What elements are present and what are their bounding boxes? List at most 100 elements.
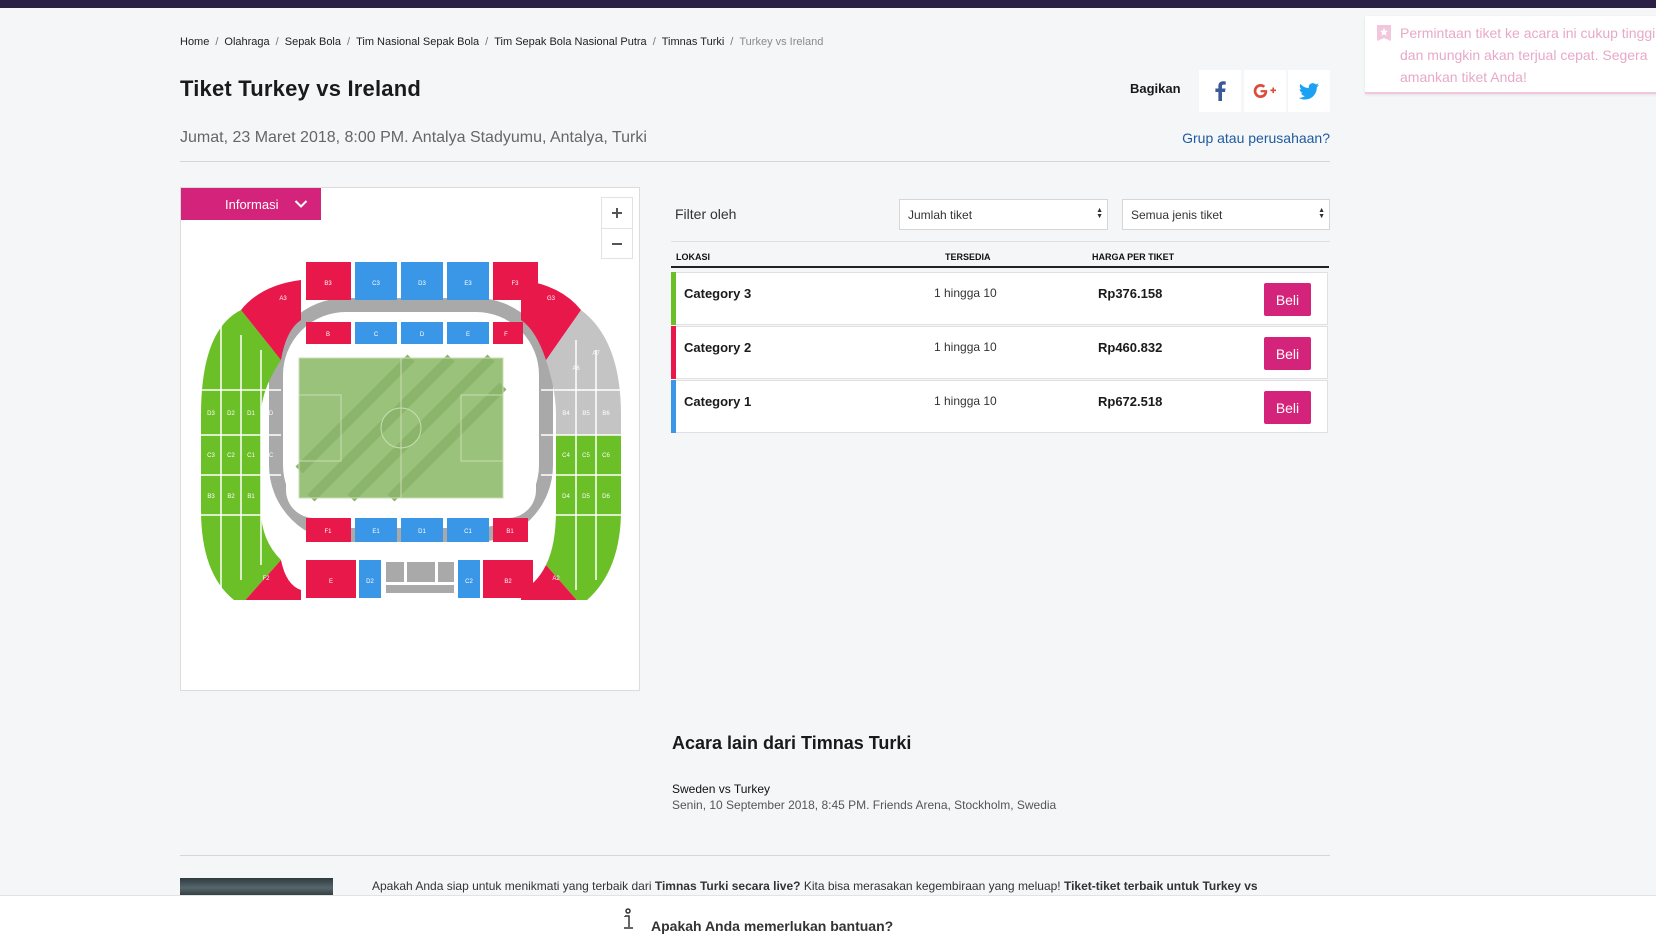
category-color-bar — [671, 272, 676, 325]
ticket-price: Rp672.518 — [1098, 394, 1163, 409]
section-label: C3 — [372, 281, 380, 287]
help-text[interactable]: Apakah Anda memerlukan bantuan? — [651, 918, 893, 934]
info-person-icon — [624, 908, 633, 929]
breadcrumb-timnas-turki[interactable]: Timnas Turki — [662, 36, 725, 48]
section-label: D1 — [418, 529, 426, 535]
section-label: C6 — [602, 453, 610, 459]
section-label: B2 — [504, 579, 512, 585]
buy-button[interactable]: Beli — [1264, 337, 1311, 370]
ticket-row: Category 2 1 hingga 10 Rp460.832 Beli — [671, 326, 1328, 379]
google-plus-share-button[interactable] — [1244, 70, 1286, 112]
ticket-row: Category 3 1 hingga 10 Rp376.158 Beli — [671, 272, 1328, 325]
availability: 1 hingga 10 — [934, 340, 997, 354]
section-label: D2 — [227, 411, 235, 417]
section-label: C2 — [465, 579, 473, 585]
google-plus-icon — [1253, 84, 1276, 98]
section-south-box-3 — [438, 562, 454, 582]
ticket-price: Rp460.832 — [1098, 340, 1163, 355]
facebook-share-button[interactable] — [1199, 70, 1241, 112]
section-label: D3 — [207, 411, 215, 417]
section-label: C4 — [562, 453, 570, 459]
table-header-rule — [671, 266, 1329, 268]
ticket-type-select[interactable]: Semua jenis tiket ▲ ▼ — [1122, 199, 1330, 230]
star-badge-icon — [1377, 25, 1391, 41]
breadcrumb: Home / Olahraga / Sepak Bola / Tim Nasional Se… — [180, 36, 823, 48]
info-tab-label: Informasi — [225, 196, 279, 212]
select-arrows-icon: ▲ ▼ — [1096, 207, 1103, 220]
breadcrumb-home[interactable]: Home — [180, 36, 209, 48]
zoom-controls — [601, 197, 633, 259]
section-label: F — [504, 332, 508, 338]
description-text: Apakah Anda siap untuk menikmati yang te… — [372, 879, 655, 893]
section-label: E — [466, 332, 470, 338]
section-label: C3 — [207, 453, 215, 459]
section-label: F2 — [262, 576, 270, 582]
zoom-in-button[interactable] — [602, 198, 632, 228]
section-label: B3 — [207, 494, 215, 500]
section-label: D — [269, 411, 274, 417]
category-name: Category 3 — [684, 286, 752, 301]
section-label: A6 — [572, 366, 580, 372]
section-label: A7 — [592, 351, 600, 357]
section-label: C1 — [464, 529, 472, 535]
breadcrumb-separator: / — [730, 36, 734, 48]
breadcrumb-sports[interactable]: Olahraga — [224, 36, 269, 48]
availability: 1 hingga 10 — [934, 286, 997, 300]
other-event-link[interactable]: Sweden vs Turkey — [672, 782, 770, 796]
group-booking-link[interactable]: Grup atau perusahaan? — [1182, 130, 1330, 146]
breadcrumb-football[interactable]: Sepak Bola — [285, 36, 341, 48]
section-label: B5 — [582, 411, 590, 417]
section-label: B6 — [602, 411, 610, 417]
breadcrumb-separator: / — [215, 36, 219, 48]
section-label: F1 — [324, 529, 332, 535]
page-title: Tiket Turkey vs Ireland — [180, 76, 422, 101]
section-label: C2 — [227, 453, 235, 459]
section-label: B2 — [227, 494, 235, 500]
section-south-box-1 — [386, 562, 404, 582]
section-label: B3 — [324, 281, 332, 287]
section-label: C1 — [247, 453, 255, 459]
breadcrumb-mens-national-teams[interactable]: Tim Sepak Bola Nasional Putra — [494, 36, 646, 48]
section-label: E1 — [372, 529, 380, 535]
description-text: Kita bisa merasakan kegembiraan yang mel… — [800, 879, 1064, 893]
ticket-row: Category 1 1 hingga 10 Rp672.518 Beli — [671, 380, 1328, 433]
breadcrumb-national-teams[interactable]: Tim Nasional Sepak Bola — [356, 36, 479, 48]
facebook-icon — [1215, 81, 1226, 101]
ticket-quantity-value: Jumlah tiket — [908, 208, 973, 222]
header-divider — [180, 161, 1330, 162]
category-name: Category 2 — [684, 340, 752, 355]
description-bold: Timnas Turki secara live? — [654, 879, 801, 893]
ticket-quantity-select[interactable]: Jumlah tiket ▲ ▼ — [899, 199, 1108, 230]
filter-label: Filter oleh — [675, 206, 737, 222]
section-label: B4 — [562, 411, 570, 417]
section-label: B — [326, 332, 330, 338]
section-label: C5 — [582, 453, 590, 459]
section-north-f[interactable] — [493, 322, 523, 344]
stadium-map-panel: Informasi B3 C3 D3 E3 F3 A3 G3 B C D E F… — [180, 187, 640, 691]
event-subtitle: Jumat, 23 Maret 2018, 8:00 PM. Antalya S… — [180, 129, 647, 146]
section-label: D5 — [582, 494, 590, 500]
availability: 1 hingga 10 — [934, 394, 997, 408]
buy-button[interactable]: Beli — [1264, 283, 1311, 316]
zoom-out-button[interactable] — [602, 228, 632, 259]
buy-button[interactable]: Beli — [1264, 391, 1311, 424]
section-south-box-4 — [386, 585, 454, 593]
section-label: G3 — [547, 296, 556, 302]
twitter-share-button[interactable] — [1288, 70, 1330, 112]
section-south-box-2 — [407, 562, 435, 582]
toast-message: Permintaan tiket ke acara ini cukup ting… — [1400, 25, 1656, 85]
column-header-location: LOKASI — [676, 252, 711, 262]
other-events-title: Acara lain dari Timnas Turki — [672, 733, 912, 753]
chevron-down-icon — [295, 200, 308, 208]
section-label: D1 — [247, 411, 255, 417]
section-label: B — [269, 494, 273, 500]
breadcrumb-current: Turkey vs Ireland — [739, 36, 824, 48]
share-label: Bagikan — [1130, 81, 1181, 96]
section-label: D2 — [366, 579, 374, 585]
section-divider — [180, 855, 1330, 856]
section-label: E3 — [464, 281, 472, 287]
other-event-details: Senin, 10 September 2018, 8:45 PM. Frien… — [672, 798, 1057, 812]
info-dropdown-tab[interactable]: Informasi — [181, 188, 321, 220]
section-label: D3 — [418, 281, 426, 287]
stadium-seating-map[interactable]: B3 C3 D3 E3 F3 A3 G3 B C D E F F1 E1 D1 … — [201, 260, 621, 600]
